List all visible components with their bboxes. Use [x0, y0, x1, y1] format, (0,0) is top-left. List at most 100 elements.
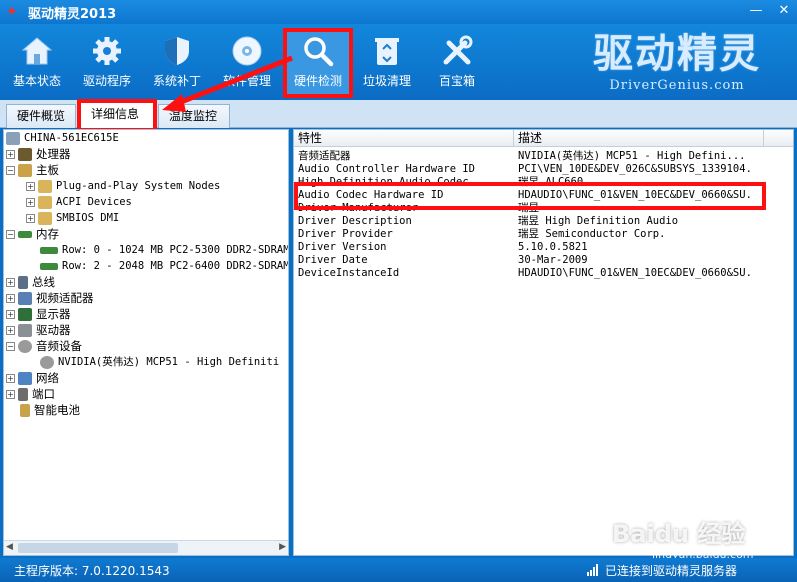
toolbar-item-software[interactable]: 软件管理 [216, 30, 278, 96]
tree-root[interactable]: CHINA-561EC615E [6, 130, 119, 146]
red-highlight-box [294, 182, 766, 210]
toolbar-label: 百宝箱 [438, 74, 475, 88]
scroll-right-icon[interactable]: ▶ [279, 542, 286, 552]
expand-icon[interactable]: + [6, 277, 15, 287]
row-key: Driver Description [298, 215, 412, 227]
watermark-main: Baidu 经验 [612, 520, 746, 548]
expand-icon[interactable]: + [6, 293, 15, 303]
network-icon [18, 371, 32, 385]
speaker-icon [40, 355, 54, 369]
device-tree-panel: CHINA-561EC615E + 处理器 − 主板 + Plug-and-Pl… [3, 129, 289, 556]
toolbar-label: 驱动程序 [82, 74, 131, 88]
watermark: Baidu 经验 jingyan.baidu.com [612, 514, 754, 561]
expand-icon[interactable]: + [26, 181, 35, 191]
row-key: DeviceInstanceId [298, 267, 400, 279]
column-header-property[interactable]: 特性 [294, 130, 514, 147]
row-value: HDAUDIO\FUNC_01&VEN_10EC&DEV_0660&SU... [518, 267, 754, 279]
collapse-icon[interactable]: − [6, 341, 15, 351]
tree-item-audio-nvidia[interactable]: NVIDIA(英伟达) MCP51 - High Definiti [40, 354, 279, 370]
tree-item-drives[interactable]: + 驱动器 [6, 322, 71, 338]
recycle-bin-icon [370, 34, 404, 68]
tab-temperature[interactable]: 温度监控 [158, 104, 230, 128]
expand-icon[interactable]: + [6, 149, 15, 159]
toolbar-item-basic-status[interactable]: 基本状态 [6, 30, 68, 96]
monitor-icon [18, 307, 32, 321]
tree-item-pnp[interactable]: + Plug-and-Play System Nodes [26, 178, 220, 194]
tab-details[interactable]: 详细信息 [77, 99, 157, 132]
tree-item-monitor[interactable]: + 显示器 [6, 306, 71, 322]
row-key: Driver Version [298, 241, 387, 253]
tree-label: 驱动器 [36, 323, 71, 337]
brand-logo: 驱动精灵 DriverGenius.com [587, 30, 767, 94]
toolbar-item-hardware-detect[interactable]: 硬件检测 [283, 28, 353, 98]
table-row[interactable]: Driver Description 瑞昱 High Definition Aud… [294, 215, 793, 228]
toolbar-label: 硬件检测 [293, 74, 342, 88]
collapse-icon[interactable]: − [6, 229, 15, 239]
port-icon [18, 387, 28, 401]
expand-icon[interactable]: + [6, 389, 15, 399]
table-row[interactable]: Driver Version 5.10.0.5821 [294, 241, 793, 254]
scrollbar-thumb[interactable] [18, 543, 178, 553]
tree-label: 显示器 [36, 307, 71, 321]
video-adapter-icon [18, 291, 32, 305]
toolbar-label: 软件管理 [222, 74, 271, 88]
tree-label: CHINA-561EC615E [24, 132, 119, 144]
tree-item-audio[interactable]: − 音频设备 [6, 338, 82, 354]
motherboard-icon [18, 163, 32, 177]
close-icon[interactable]: ✕ [775, 2, 793, 20]
tree-item-motherboard[interactable]: − 主板 [6, 162, 59, 178]
folder-icon [38, 211, 52, 225]
tree-label: 内存 [36, 227, 59, 241]
toolbar-item-junk-clean[interactable]: 垃圾清理 [356, 30, 418, 96]
tab-hardware-overview[interactable]: 硬件概览 [6, 104, 76, 128]
shield-icon [160, 34, 194, 68]
cpu-icon [18, 147, 32, 161]
table-row[interactable]: 音频适配器 NVIDIA(英伟达) MCP51 - High Defini... [294, 150, 793, 163]
tree-item-memory-row-2[interactable]: Row: 2 - 2048 MB PC2-6400 DDR2-SDRAM 金 [40, 258, 289, 274]
expand-icon[interactable]: + [6, 325, 15, 335]
tree-item-smbios[interactable]: + SMBIOS DMI [26, 210, 119, 226]
row-value: 瑞昱 High Definition Audio [518, 215, 679, 227]
column-header-description[interactable]: 描述 [514, 130, 764, 147]
tree-label: SMBIOS DMI [56, 212, 120, 224]
row-key: 音频适配器 [298, 150, 351, 162]
column-header-filler [764, 130, 793, 147]
scroll-left-icon[interactable]: ◀ [6, 542, 13, 552]
expand-icon[interactable]: + [26, 213, 35, 223]
row-key: Driver Provider [298, 228, 393, 240]
device-tree: CHINA-561EC615E + 处理器 − 主板 + Plug-and-Pl… [4, 130, 289, 540]
tree-label: Row: 2 - 2048 MB PC2-6400 DDR2-SDRAM 金 [62, 260, 289, 272]
table-row[interactable]: Driver Provider 瑞昱 Semiconductor Corp. [294, 228, 793, 241]
tree-item-cpu[interactable]: + 处理器 [6, 146, 71, 162]
minimize-icon[interactable]: — [747, 2, 765, 20]
toolbar-label: 系统补丁 [152, 74, 201, 88]
tree-item-memory[interactable]: − 内存 [6, 226, 59, 242]
tree-label: 主板 [36, 163, 59, 177]
tree-item-network[interactable]: + 网络 [6, 370, 59, 386]
tree-item-acpi[interactable]: + ACPI Devices [26, 194, 132, 210]
row-value: 30-Mar-2009 [518, 254, 588, 266]
table-row[interactable]: Driver Date 30-Mar-2009 [294, 254, 793, 267]
table-row[interactable]: Audio Controller Hardware ID PCI\VEN_10DE… [294, 163, 793, 176]
tree-label: ACPI Devices [56, 196, 132, 208]
toolbar-item-toolbox[interactable]: 百宝箱 [426, 30, 488, 96]
tools-icon [440, 34, 474, 68]
expand-icon[interactable]: + [6, 373, 15, 383]
folder-icon [38, 195, 52, 209]
tree-item-video[interactable]: + 视频适配器 [6, 290, 94, 306]
expand-icon[interactable]: + [6, 309, 15, 319]
horizontal-scrollbar[interactable]: ◀ ▶ [4, 540, 288, 555]
toolbar-item-drivers[interactable]: 驱动程序 [76, 30, 138, 96]
status-bar: 主程序版本: 7.0.1220.1543 已连接到驱动精灵服务器 [0, 558, 797, 582]
tree-item-ports[interactable]: + 端口 [6, 386, 55, 402]
tree-item-battery[interactable]: 智能电池 [20, 402, 80, 418]
tab-bar: 硬件概览 详细信息 温度监控 [0, 99, 797, 132]
collapse-icon[interactable]: − [6, 165, 15, 175]
tree-item-memory-row-0[interactable]: Row: 0 - 1024 MB PC2-5300 DDR2-SDRAM H [40, 242, 289, 258]
tree-label: Row: 0 - 1024 MB PC2-5300 DDR2-SDRAM H [62, 244, 289, 256]
row-key: Audio Controller Hardware ID [298, 163, 476, 175]
tree-item-bus[interactable]: + 总线 [6, 274, 55, 290]
toolbar-item-patches[interactable]: 系统补丁 [146, 30, 208, 96]
expand-icon[interactable]: + [26, 197, 35, 207]
table-row[interactable]: DeviceInstanceId HDAUDIO\FUNC_01&VEN_10EC… [294, 267, 793, 280]
